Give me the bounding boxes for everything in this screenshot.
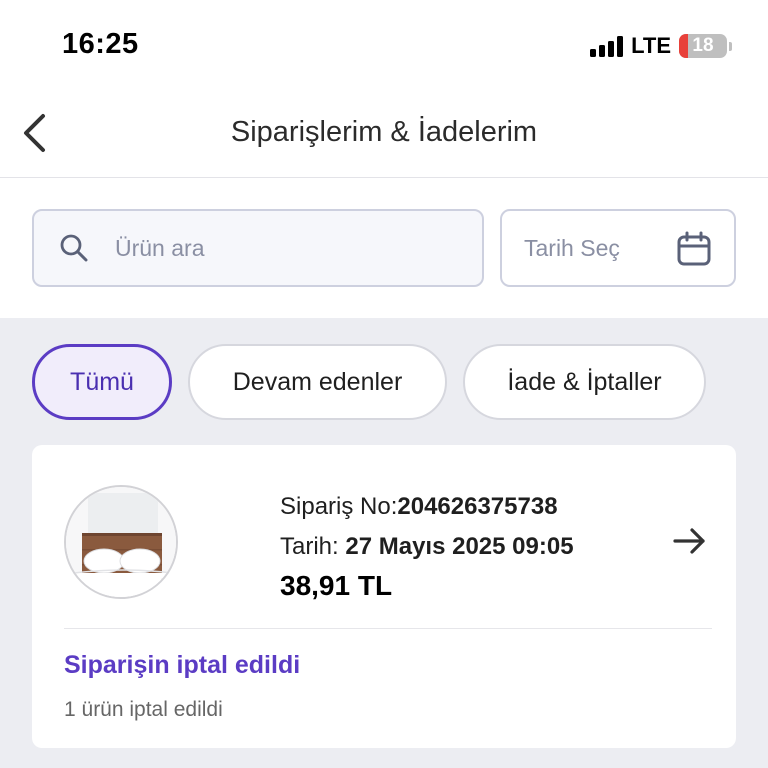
signal-icon [590, 35, 624, 57]
status-time: 16:25 [62, 28, 139, 60]
order-number-row: Sipariş No:204626375738 [280, 487, 574, 527]
battery-level: 18 [692, 35, 714, 56]
order-status-title[interactable]: Siparişin iptal edildi [64, 651, 300, 680]
navigation-header: Siparişlerim & İadelerim [0, 95, 768, 178]
order-number: 204626375738 [397, 493, 558, 520]
network-type: LTE [631, 33, 671, 58]
pillow-product-image [66, 487, 176, 597]
arrow-right-icon[interactable] [672, 525, 708, 557]
search-input[interactable]: Ürün ara [32, 209, 484, 287]
order-price: 38,91 TL [280, 570, 393, 601]
order-date: 27 Mayıs 2025 09:05 [345, 533, 574, 560]
tab-in-progress[interactable]: Devam edenler [188, 344, 447, 420]
tab-all[interactable]: Tümü [32, 344, 172, 420]
order-number-label: Sipariş No: [280, 493, 398, 520]
order-info: Sipariş No:204626375738 Tarih: 27 Mayıs … [280, 487, 574, 605]
tab-returns-cancellations[interactable]: İade & İptaller [463, 344, 706, 420]
page-title: Siparişlerim & İadelerim [230, 116, 538, 148]
order-date-label: Tarih: [280, 533, 339, 560]
calendar-icon [677, 231, 711, 266]
product-thumbnail [64, 485, 178, 599]
search-icon [60, 234, 88, 262]
battery-icon: 18 [679, 34, 727, 58]
order-status-detail: 1 ürün iptal edildi [64, 698, 223, 721]
status-indicators: LTE 18 [590, 33, 732, 59]
date-picker-field[interactable]: Tarih Seç [500, 209, 736, 287]
search-placeholder: Ürün ara [115, 234, 205, 261]
order-card[interactable]: Sipariş No:204626375738 Tarih: 27 Mayıs … [32, 445, 736, 748]
date-placeholder: Tarih Seç [524, 234, 620, 261]
order-date-row: Tarih: 27 Mayıs 2025 09:05 [280, 527, 574, 567]
card-divider [64, 628, 712, 629]
status-bar: 16:25 LTE 18 [0, 0, 768, 95]
battery-cap [729, 41, 732, 51]
